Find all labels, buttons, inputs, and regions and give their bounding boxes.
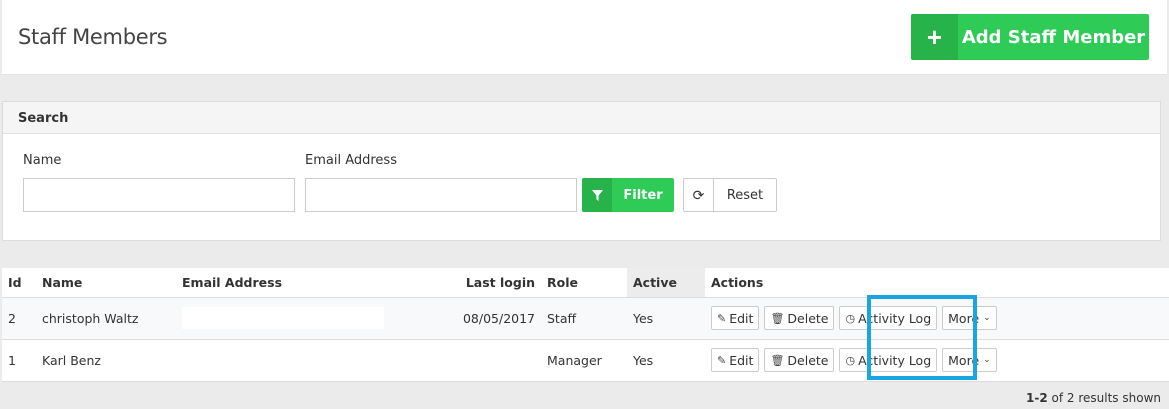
table-row: 2 christoph Waltz 08/05/2017 Staff Yes ✎… [2, 297, 1169, 340]
results-summary: 1-2 of 2 results shown [1026, 391, 1161, 405]
search-panel: Search Name Email Address Filter ⟳ Reset [2, 101, 1161, 241]
page-header: Staff Members + Add Staff Member [2, 0, 1167, 75]
column-header-id[interactable]: Id [2, 268, 36, 298]
cell-active: Yes [627, 339, 705, 382]
column-header-actions: Actions [705, 268, 1169, 298]
cell-id: 2 [2, 297, 36, 340]
cell-name: christoph Waltz [36, 297, 176, 340]
add-staff-member-label: Add Staff Member [961, 26, 1146, 48]
trash-icon: 🗑 [770, 311, 785, 325]
pencil-icon: ✎ [717, 311, 727, 325]
cell-actions: ✎ Edit 🗑 Delete ◷ Activity Log More ⌄ [705, 297, 1169, 340]
edit-button[interactable]: ✎ Edit [711, 348, 760, 372]
clock-icon: ◷ [845, 311, 856, 325]
reset-button[interactable]: ⟳ Reset [683, 178, 777, 212]
email-address-input[interactable] [305, 178, 577, 212]
table-row: 1 Karl Benz Manager Yes ✎ Edit 🗑 Delete ◷ Act… [2, 339, 1169, 382]
table-header-row: Id Name Email Address Last login Role Ac… [2, 268, 1169, 298]
delete-button[interactable]: 🗑 Delete [764, 348, 835, 372]
cell-last-login [411, 339, 541, 382]
redacted-email [182, 307, 384, 329]
email-address-label: Email Address [305, 153, 397, 168]
cell-name: Karl Benz [36, 339, 176, 382]
chevron-down-icon: ⌄ [983, 355, 991, 365]
plus-icon: + [911, 14, 958, 60]
cell-email [176, 339, 411, 382]
cell-active: Yes [627, 297, 705, 340]
add-staff-member-button[interactable]: + Add Staff Member [911, 14, 1149, 60]
name-input[interactable] [23, 178, 295, 212]
search-panel-title: Search [3, 102, 1160, 134]
staff-table-container: Id Name Email Address Last login Role Ac… [2, 268, 1169, 382]
cell-last-login: 08/05/2017 [411, 297, 541, 340]
delete-button[interactable]: 🗑 Delete [764, 306, 835, 330]
staff-table: Id Name Email Address Last login Role Ac… [2, 268, 1169, 382]
trash-icon: 🗑 [770, 353, 785, 367]
more-dropdown-button[interactable]: More ⌄ [942, 348, 997, 372]
cell-email [176, 297, 411, 340]
funnel-icon [582, 178, 612, 212]
cell-id: 1 [2, 339, 36, 382]
column-header-name[interactable]: Name [36, 268, 176, 298]
filter-label: Filter [623, 187, 663, 203]
edit-button[interactable]: ✎ Edit [711, 306, 760, 330]
cell-role: Manager [541, 339, 627, 382]
column-header-active[interactable]: Active [627, 268, 705, 298]
cell-actions: ✎ Edit 🗑 Delete ◷ Activity Log More ⌄ [705, 339, 1169, 382]
page-title: Staff Members [18, 25, 168, 49]
name-label: Name [23, 153, 62, 168]
results-range: 1-2 [1026, 391, 1048, 405]
chevron-down-icon: ⌄ [983, 313, 991, 323]
reset-label: Reset [726, 187, 764, 203]
column-header-last-login[interactable]: Last login [411, 268, 541, 298]
column-header-email[interactable]: Email Address [176, 268, 411, 298]
activity-log-button[interactable]: ◷ Activity Log [839, 306, 938, 330]
column-header-role[interactable]: Role [541, 268, 627, 298]
clock-icon: ◷ [845, 353, 856, 367]
results-summary-text: of 2 results shown [1051, 391, 1161, 405]
more-dropdown-button[interactable]: More ⌄ [942, 306, 997, 330]
filter-button[interactable]: Filter [582, 178, 674, 212]
pencil-icon: ✎ [717, 353, 727, 367]
refresh-icon: ⟳ [684, 179, 714, 211]
activity-log-button[interactable]: ◷ Activity Log [839, 348, 938, 372]
cell-role: Staff [541, 297, 627, 340]
